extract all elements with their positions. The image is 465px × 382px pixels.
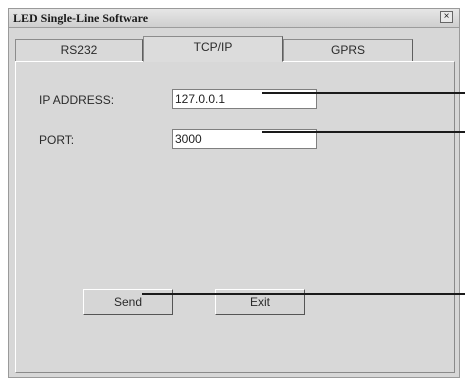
close-icon[interactable]: × — [440, 11, 453, 23]
app-window: LED Single-Line Software × RS232 TCP/IP … — [8, 8, 460, 378]
window-title: LED Single-Line Software — [13, 11, 149, 25]
port-callout-line — [262, 131, 465, 133]
ip-address-label: IP ADDRESS: — [39, 93, 115, 107]
ip-callout-line — [262, 92, 465, 94]
tab-rs232[interactable]: RS232 — [15, 39, 143, 61]
port-label: PORT: — [39, 133, 75, 147]
send-callout-line — [142, 293, 465, 295]
title-bar[interactable]: LED Single-Line Software × — [9, 9, 459, 28]
tab-gprs[interactable]: GPRS — [283, 39, 413, 61]
tab-tcpip[interactable]: TCP/IP — [143, 36, 283, 62]
